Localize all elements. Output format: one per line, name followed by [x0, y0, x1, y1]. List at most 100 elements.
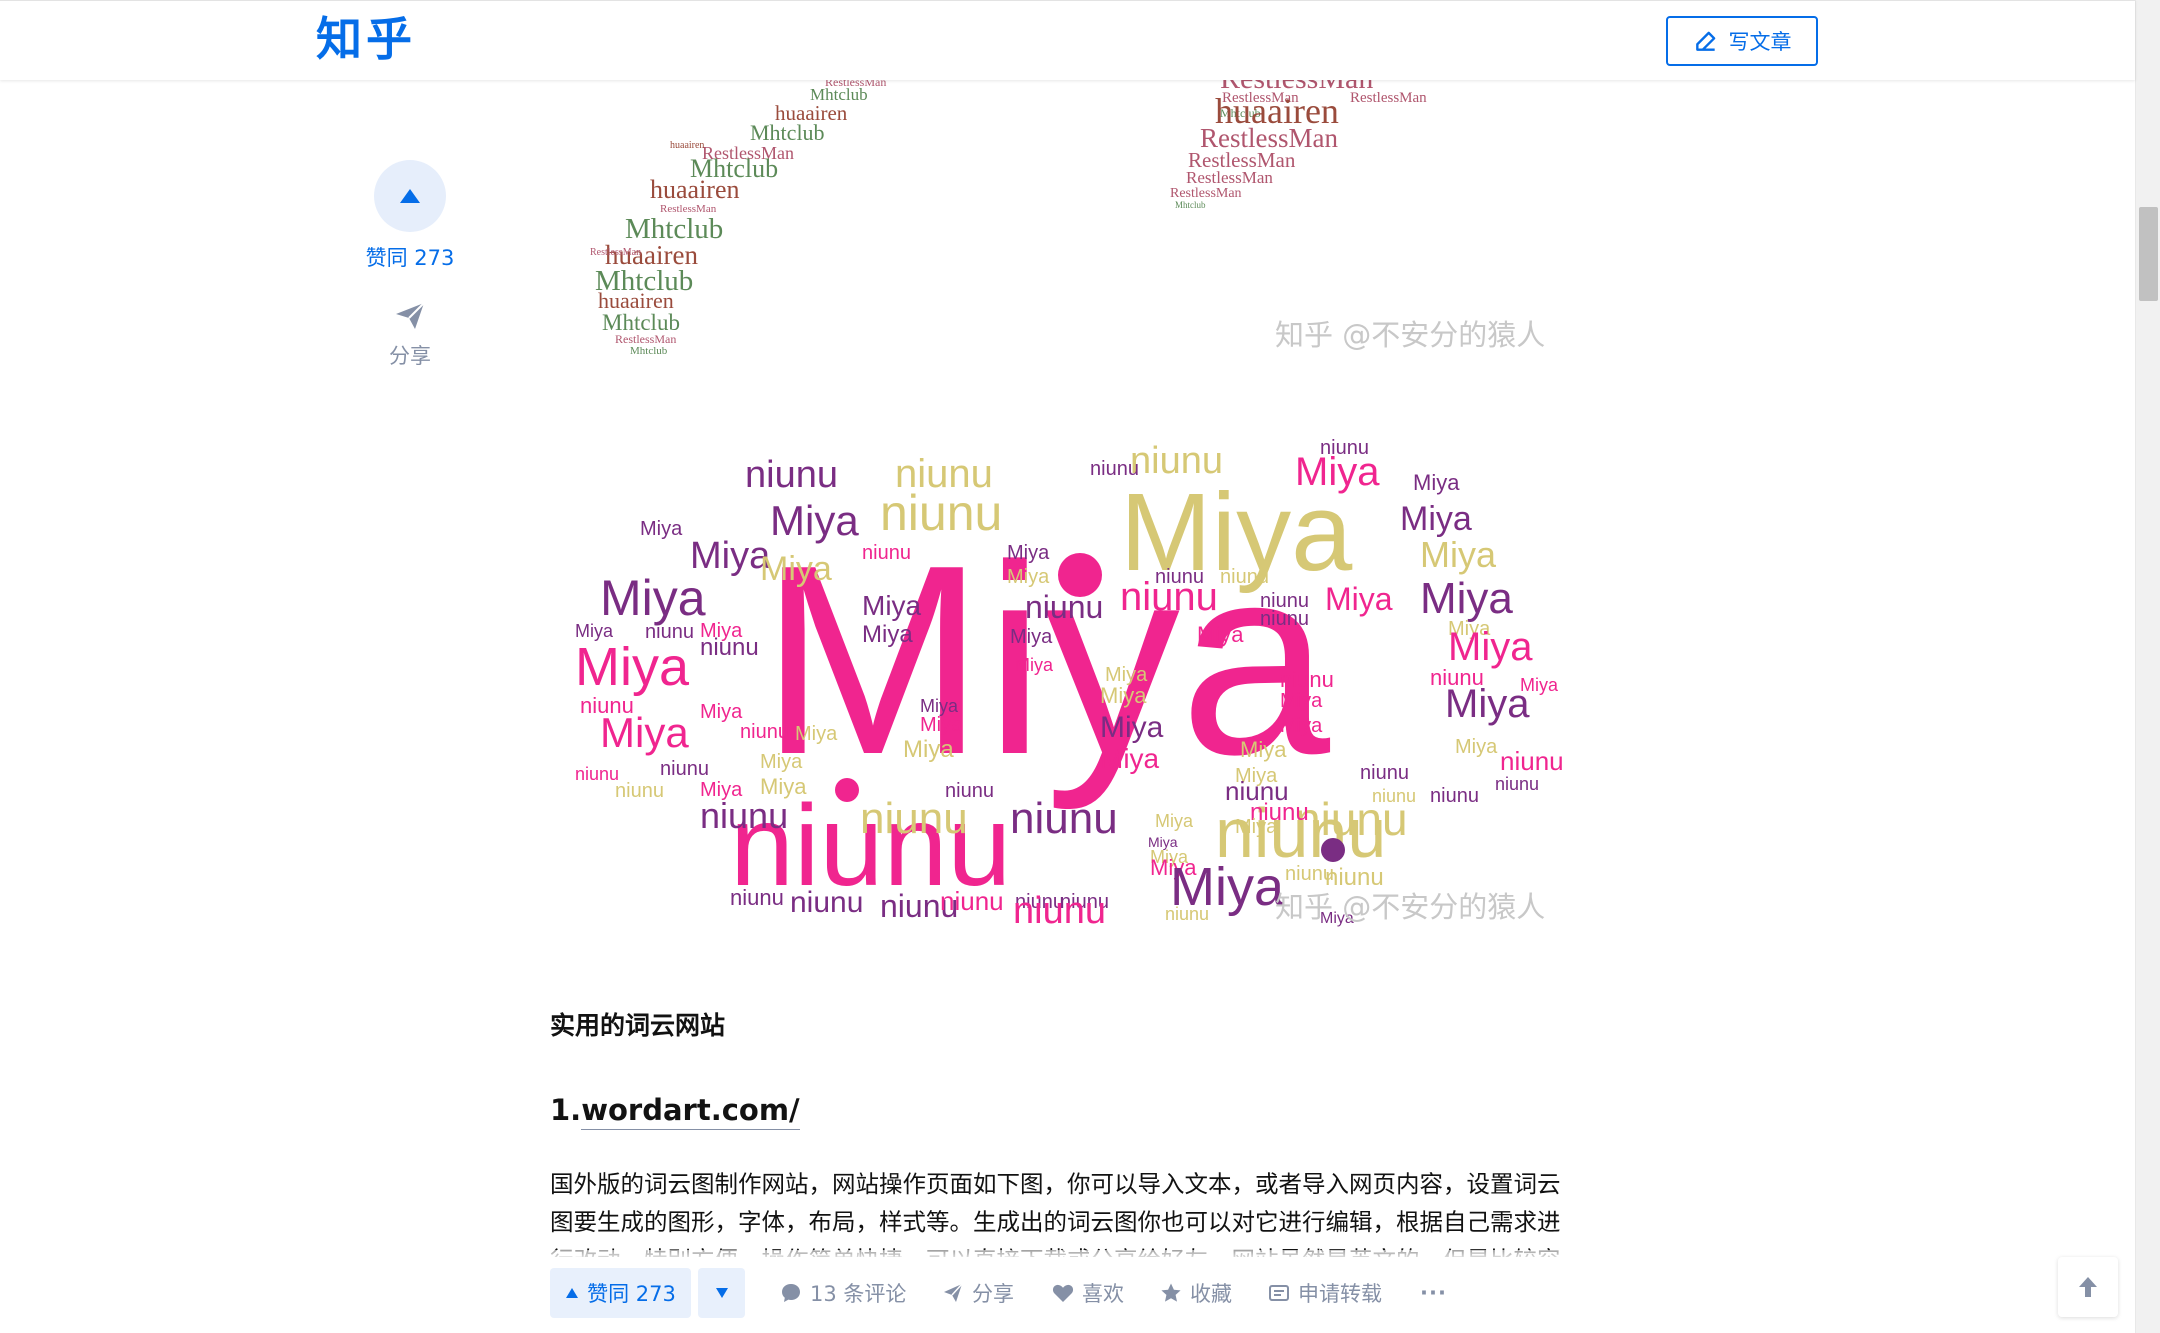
svg-text:niunu: niunu: [860, 794, 968, 843]
svg-text:niunu: niunu: [1025, 589, 1103, 625]
vote-up-button[interactable]: 赞同 273: [550, 1268, 691, 1318]
more-icon: ···: [1420, 1281, 1447, 1305]
svg-text:Miya: Miya: [1413, 470, 1460, 495]
scrollbar-thumb[interactable]: [2139, 207, 2158, 301]
wordcloud-top-graphic: RestlessMan Mhtclub huaairen Mhtclub Res…: [590, 80, 1545, 357]
svg-text:Miya: Miya: [1445, 682, 1530, 726]
svg-text:RestlessMan: RestlessMan: [1350, 90, 1427, 106]
star-icon: [1161, 1283, 1181, 1302]
article-paragraph: 国外版的词云图制作网站，网站操作页面如下图，你可以导入文本，或者导入网页内容，设…: [550, 1170, 1561, 1257]
bottom-action-bar: 赞同 273 13 条评论 分享 喜欢 收藏 申请转载 ···: [0, 1250, 2135, 1333]
svg-text:Miya: Miya: [1448, 625, 1533, 669]
collect-button[interactable]: 收藏: [1160, 1268, 1232, 1318]
repost-request-button[interactable]: 申请转载: [1268, 1268, 1382, 1318]
watermark-cloud: 知乎 @不安分的猿人: [1275, 890, 1545, 924]
svg-text:Miya: Miya: [1400, 500, 1472, 538]
svg-text:niunu: niunu: [1130, 440, 1223, 482]
svg-text:Miya: Miya: [1455, 736, 1498, 758]
svg-text:Miya: Miya: [795, 723, 838, 745]
svg-text:Miya: Miya: [1280, 690, 1323, 712]
svg-text:Miya: Miya: [1007, 542, 1050, 564]
svg-text:niunu: niunu: [1165, 904, 1209, 924]
like-label: 喜欢: [1082, 1282, 1124, 1306]
svg-text:niunu: niunu: [1320, 437, 1369, 459]
svg-text:Miya: Miya: [1197, 622, 1244, 647]
article-image-wordcloud-top: RestlessMan Mhtclub huaairen Mhtclub Res…: [560, 80, 1580, 375]
site-heading: 1.wordart.com/: [550, 1093, 800, 1130]
svg-text:Miya: Miya: [1100, 743, 1160, 774]
svg-text:niunu: niunu: [575, 764, 619, 784]
triangle-up-icon: [400, 189, 420, 203]
svg-text:Miya: Miya: [1235, 816, 1278, 838]
svg-text:Miya: Miya: [1240, 737, 1287, 762]
svg-text:niunu: niunu: [1360, 762, 1409, 784]
svg-text:niunu: niunu: [1010, 794, 1118, 843]
svg-text:Mhtclub: Mhtclub: [750, 120, 825, 145]
write-article-label: 写文章: [1728, 30, 1792, 54]
side-vote-up-button[interactable]: [374, 160, 446, 232]
svg-text:niunu: niunu: [740, 721, 789, 743]
side-vote-count[interactable]: 赞同 273: [350, 242, 470, 272]
collect-label: 收藏: [1190, 1282, 1232, 1306]
paper-plane-icon: [944, 1283, 963, 1302]
svg-text:Miya: Miya: [600, 570, 706, 626]
more-button[interactable]: ···: [1420, 1268, 1447, 1318]
share-button[interactable]: 分享: [942, 1268, 1014, 1318]
svg-text:Miya: Miya: [862, 621, 913, 648]
zhihu-logo[interactable]: 知乎: [316, 11, 416, 67]
wordcloud-miya-graphic: Miya niunu Miya niunu Miya niunu niunu x…: [575, 437, 1564, 932]
comments-label: 13 条评论: [810, 1282, 907, 1306]
svg-text:Miya: Miya: [862, 590, 922, 621]
vote-down-button[interactable]: [698, 1268, 745, 1318]
triangle-down-icon: [715, 1288, 728, 1298]
back-to-top-button[interactable]: [2058, 1257, 2118, 1317]
svg-text:Miya: Miya: [1007, 566, 1050, 588]
side-share-label[interactable]: 分享: [350, 340, 470, 370]
svg-text:niunu: niunu: [1155, 566, 1204, 588]
svg-text:niunu: niunu: [700, 634, 759, 661]
svg-text:RestlessMan: RestlessMan: [1186, 168, 1273, 187]
edit-icon: [1695, 31, 1715, 51]
svg-text:Miya: Miya: [920, 696, 959, 716]
write-article-button[interactable]: 写文章: [1666, 16, 1818, 66]
svg-text:niunu: niunu: [1495, 774, 1539, 794]
svg-text:niunu: niunu: [880, 485, 1002, 541]
svg-text:niunu: niunu: [1260, 608, 1309, 630]
page-scrollbar[interactable]: [2135, 0, 2160, 1333]
svg-text:niunu: niunu: [1430, 785, 1479, 807]
svg-text:Miya: Miya: [1325, 581, 1393, 617]
svg-text:niunu: niunu: [660, 758, 709, 780]
share-label: 分享: [972, 1282, 1014, 1306]
copyright-doc-icon: [1269, 1285, 1289, 1301]
svg-text:RestlessMan: RestlessMan: [590, 247, 641, 258]
svg-text:niunu: niunu: [1090, 458, 1139, 480]
like-button[interactable]: 喜欢: [1052, 1268, 1124, 1318]
svg-text:Miya: Miya: [700, 701, 743, 723]
site-heading-prefix: 1.: [550, 1093, 582, 1127]
wordart-link[interactable]: wordart.com/: [581, 1093, 800, 1130]
svg-text:Miya: Miya: [1420, 574, 1513, 623]
svg-text:Mhtclub: Mhtclub: [630, 345, 668, 357]
svg-text:Miya: Miya: [600, 709, 689, 756]
svg-text:Miya: Miya: [1100, 711, 1164, 744]
svg-text:Miya: Miya: [920, 714, 963, 736]
svg-text:Miya: Miya: [1015, 655, 1054, 675]
svg-text:niunu: niunu: [730, 885, 784, 910]
svg-text:Miya: Miya: [760, 751, 803, 773]
svg-text:Miya: Miya: [575, 637, 690, 697]
svg-text:niunu: niunu: [700, 795, 788, 836]
svg-text:Miya: Miya: [1100, 683, 1147, 708]
svg-text:RestlessMan: RestlessMan: [615, 332, 676, 346]
watermark-top: 知乎 @不安分的猿人: [1275, 318, 1545, 352]
triangle-up-icon: [566, 1288, 579, 1298]
svg-text:Miya: Miya: [1420, 534, 1497, 575]
paper-plane-icon[interactable]: [393, 300, 427, 332]
svg-text:Miya: Miya: [640, 518, 683, 540]
comments-button[interactable]: 13 条评论: [780, 1268, 906, 1318]
svg-text:niunu: niunu: [745, 454, 838, 496]
svg-text:niunu: niunu: [1280, 667, 1334, 692]
svg-text:Miya: Miya: [1010, 626, 1053, 648]
svg-text:Miya: Miya: [1155, 811, 1194, 831]
svg-text:niunu: niunu: [1295, 793, 1408, 845]
svg-text:Miya: Miya: [770, 497, 859, 544]
